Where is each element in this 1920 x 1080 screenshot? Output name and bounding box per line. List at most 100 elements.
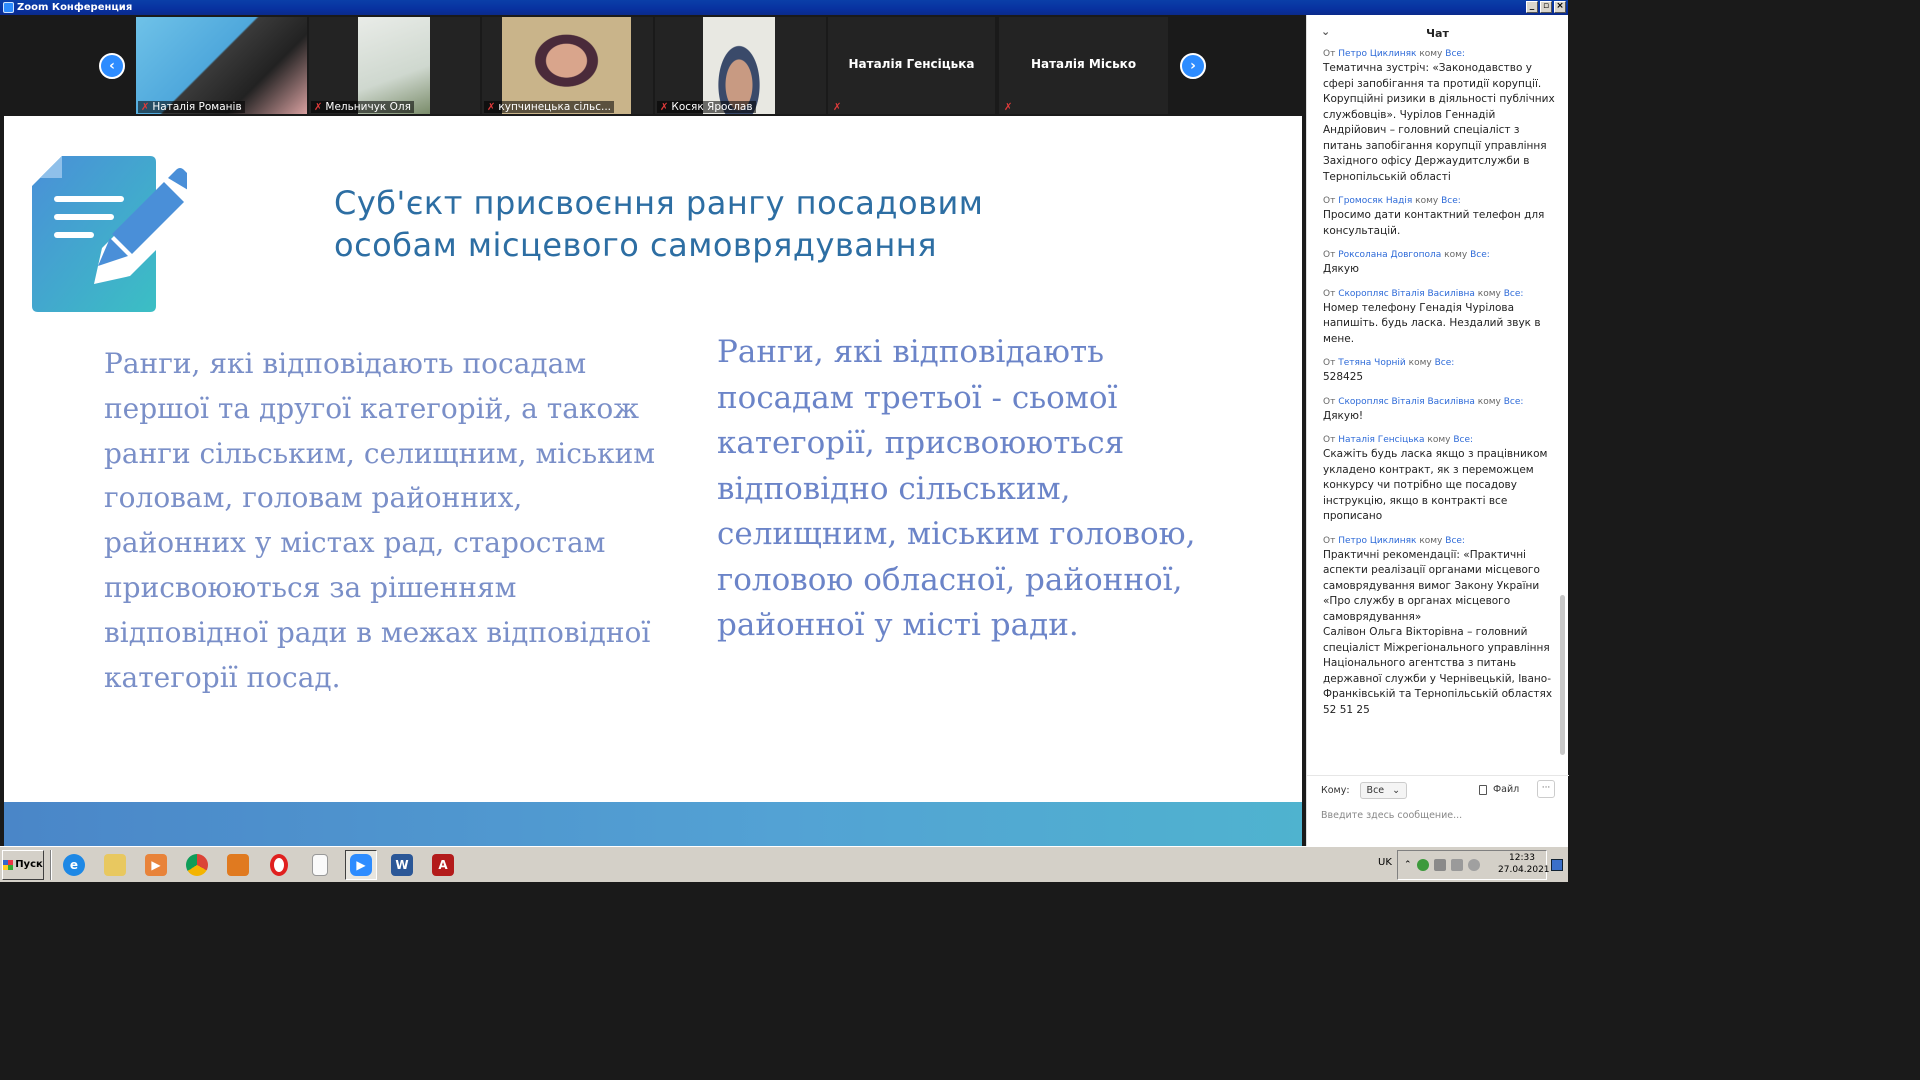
zoom-taskbar-button[interactable]: ▶ xyxy=(345,849,377,880)
chat-recipient-name: Все: xyxy=(1453,435,1474,445)
participant-video xyxy=(358,17,430,114)
word-taskbar-button[interactable]: W xyxy=(386,850,418,880)
opera-taskbar-button[interactable] xyxy=(263,850,295,880)
minimize-button[interactable]: _ xyxy=(1526,1,1538,13)
participant-name-center: Наталія Генсіцька xyxy=(848,57,975,71)
chat-message: От Громосяк Надія кому Все: Просимо дати … xyxy=(1323,194,1557,239)
participant-name-label: ✗ Наталія Романів xyxy=(138,101,245,113)
window-title: Zoom Конференция xyxy=(17,2,133,13)
slide-footer-bar xyxy=(4,802,1302,846)
chat-recipient-name: Все: xyxy=(1445,49,1465,59)
window-controls: _ ▫ × xyxy=(1526,1,1566,13)
chat-message-header: От Роксолана Довгопола кому Все: xyxy=(1323,250,1490,260)
next-participants-button[interactable]: › xyxy=(1180,53,1206,79)
chat-scrollbar[interactable] xyxy=(1560,55,1565,765)
chat-title: Чат xyxy=(1426,26,1449,40)
start-button[interactable]: Пуск xyxy=(2,849,44,880)
chat-message-text: Тематична зустріч: «Законодавство у сфер… xyxy=(1323,62,1555,183)
chat-message: От Наталія Генсіцька кому Все: Скажіть бу… xyxy=(1323,433,1557,525)
chevron-down-icon[interactable]: ⌄ xyxy=(1321,25,1330,38)
more-options-button[interactable]: ··· xyxy=(1537,780,1555,798)
zoom-camera-icon: ▶ xyxy=(350,853,372,876)
chat-sender-name[interactable]: Роксолана Довгопола xyxy=(1338,250,1441,260)
chat-footer: Кому: Все ⌄ Файл ··· xyxy=(1307,775,1569,846)
network-tray-icon[interactable] xyxy=(1433,859,1446,871)
mic-muted-icon: ✗ xyxy=(314,101,323,113)
window-titlebar: Zoom Конференция _ ▫ × xyxy=(0,0,1568,15)
chevron-down-icon: ⌄ xyxy=(1392,785,1401,796)
folder-icon xyxy=(104,853,126,876)
internet-explorer-taskbar-button[interactable]: e xyxy=(58,850,90,880)
printer-tray-icon[interactable] xyxy=(1450,859,1463,871)
chat-sender-name[interactable]: Скоропляс Віталія Василівна xyxy=(1338,289,1475,299)
chrome-icon xyxy=(186,853,208,876)
internet-explorer-icon: e xyxy=(63,853,85,876)
participant-tile[interactable]: ✗ Мельничук Оля xyxy=(309,17,480,114)
maximize-button[interactable]: ▫ xyxy=(1540,1,1552,13)
show-desktop-icon[interactable] xyxy=(1551,859,1563,871)
participant-tile[interactable]: Наталія Місько ✗ xyxy=(999,17,1168,114)
chat-recipient-name: Все: xyxy=(1470,250,1490,260)
participant-video xyxy=(703,17,775,114)
chat-message-text: Дякую! xyxy=(1323,409,1364,422)
chat-sender-name[interactable]: Петро Циклиняк xyxy=(1338,49,1416,59)
chat-sender-name[interactable]: Наталія Генсіцька xyxy=(1338,435,1424,445)
document-taskbar-button[interactable] xyxy=(304,850,336,880)
close-button[interactable]: × xyxy=(1554,1,1566,13)
recipient-select[interactable]: Все ⌄ xyxy=(1359,782,1408,799)
shared-screen-slide: Суб'єкт присвоєння рангу посадовим особа… xyxy=(4,116,1302,846)
volume-tray-icon[interactable] xyxy=(1467,859,1480,871)
participant-tile[interactable]: ✗ Косяк Ярослав xyxy=(655,17,826,114)
mic-muted-icon: ✗ xyxy=(1004,102,1013,113)
chat-sender-name[interactable]: Скоропляс Віталія Василівна xyxy=(1338,397,1475,407)
meeting-main-area: ‹ ✗ Наталія Романів ✗ Мельничук Оля ✗ купчи… xyxy=(0,15,1306,846)
chat-message-list[interactable]: От Петро Циклиняк кому Все: Тематична зус… xyxy=(1307,47,1569,765)
chat-sender-name[interactable]: Тетяна Чорній xyxy=(1338,358,1406,368)
mic-muted-icon: ✗ xyxy=(660,101,669,113)
previous-participants-button[interactable]: ‹ xyxy=(99,53,125,79)
language-indicator[interactable]: UK xyxy=(1378,857,1392,868)
participant-name-label: ✗ Косяк Ярослав xyxy=(657,101,756,113)
chat-message-text: Дякую xyxy=(1323,263,1359,275)
app-taskbar-button[interactable] xyxy=(222,850,254,880)
chat-sender-name[interactable]: Петро Циклиняк xyxy=(1338,536,1416,546)
chat-recipient-name: Все: xyxy=(1441,196,1461,206)
participant-strip: ‹ ✗ Наталія Романів ✗ Мельничук Оля ✗ купчи… xyxy=(0,15,1306,115)
participant-tile[interactable]: ✗ купчинецька сільс... xyxy=(482,17,653,114)
chat-sender-name[interactable]: Громосяк Надія xyxy=(1338,196,1412,206)
participant-tile[interactable]: Наталія Генсіцька ✗ xyxy=(828,17,995,114)
file-explorer-taskbar-button[interactable] xyxy=(99,850,131,880)
chat-message: От Петро Циклиняк кому Все: Практичні рек… xyxy=(1323,534,1557,719)
media-player-taskbar-button[interactable]: ▶ xyxy=(140,850,172,880)
chat-message: От Скоропляс Віталія Василівна кому Все:… xyxy=(1323,395,1557,425)
document-edit-icon xyxy=(32,156,187,312)
pdf-reader-taskbar-button[interactable]: A xyxy=(427,850,459,880)
windows-logo-icon xyxy=(3,859,14,870)
slide-title: Суб'єкт присвоєння рангу посадовим особа… xyxy=(334,184,984,264)
chat-message-header: От Тетяна Чорній кому Все: xyxy=(1323,358,1455,368)
windows-taskbar: Пуск e ▶ ▶ W A UK ⌃ 12:33 27.04.2021 xyxy=(0,846,1568,882)
chat-message-text: Просимо дати контактний телефон для конс… xyxy=(1323,209,1545,237)
participant-name-center: Наталія Місько xyxy=(1030,57,1137,71)
chat-header: ⌄ Чат xyxy=(1307,15,1568,51)
antivirus-tray-icon[interactable] xyxy=(1416,859,1429,871)
media-player-icon: ▶ xyxy=(145,853,167,876)
chat-message-header: От Наталія Генсіцька кому Все: xyxy=(1323,435,1474,445)
chrome-taskbar-button[interactable] xyxy=(181,850,213,880)
chat-message-header: От Петро Циклиняк кому Все: xyxy=(1323,49,1465,59)
taskbar-clock[interactable]: 12:33 27.04.2021 xyxy=(1498,852,1550,876)
participant-tile[interactable]: ✗ Наталія Романів xyxy=(136,17,307,114)
tray-expand-icon[interactable]: ⌃ xyxy=(1404,860,1412,870)
participant-mute-label: ✗ xyxy=(830,102,844,113)
chat-recipient-name: Все: xyxy=(1503,288,1524,299)
word-icon: W xyxy=(391,853,413,876)
chat-message-input[interactable] xyxy=(1321,806,1551,824)
chat-message-text: Практичні рекомендації: «Практичні аспек… xyxy=(1323,548,1553,716)
opera-icon xyxy=(270,853,288,876)
zoom-app-icon xyxy=(3,2,14,13)
chat-message-header: От Громосяк Надія кому Все: xyxy=(1323,196,1461,206)
recipient-row: Кому: Все ⌄ xyxy=(1321,782,1408,799)
chat-scrollbar-thumb[interactable] xyxy=(1560,595,1565,755)
file-button[interactable]: Файл xyxy=(1479,784,1519,795)
participant-video xyxy=(136,17,307,114)
